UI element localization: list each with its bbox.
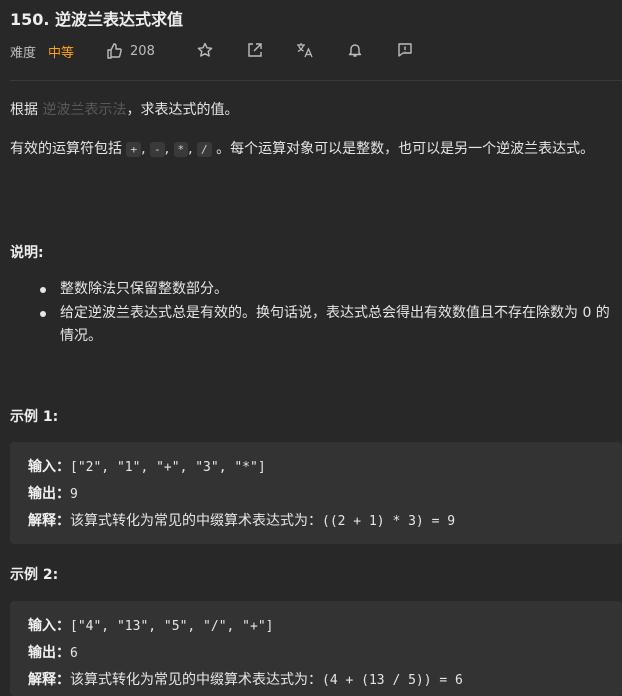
output-value: 9: [70, 487, 78, 502]
output-label: 输出：: [28, 645, 70, 661]
problem-meta: 难度 中等 208: [10, 40, 155, 62]
intro-prefix: 根据: [10, 102, 43, 118]
share-icon: [248, 43, 262, 57]
translate-icon: [297, 43, 313, 58]
example-2-output: 输出：6: [28, 640, 622, 667]
explain-label: 解释：: [28, 672, 70, 688]
operators-paragraph: 有效的运算符包括 +, -, *, / 。每个运算对象可以是整数，也可以是另一个…: [10, 137, 616, 162]
example-1-heading: 示例 1:: [10, 409, 59, 425]
difficulty-badge: 中等: [48, 45, 75, 61]
list-item: 给定逆波兰表达式总是有效的。换句话说，表达式总会得出有效数值且不存在除数为 0 …: [36, 302, 616, 348]
explain-text: 该算式转化为常见的中缀算术表达式为：: [70, 672, 322, 688]
operator-multiply: *: [173, 142, 189, 157]
header-divider: [10, 80, 622, 81]
example-2-input: 输入：["4", "13", "5", "/", "+"]: [28, 613, 622, 640]
output-label: 输出：: [28, 486, 70, 502]
example-2-explanation: 解释：该算式转化为常见的中缀算术表达式为：(4 + (13 / 5)) = 6: [28, 667, 622, 694]
intro-paragraph: 根据 逆波兰表示法，求表达式的值。: [10, 98, 238, 122]
ops-separator: ,: [188, 141, 198, 157]
like-button[interactable]: 208: [106, 43, 155, 59]
like-count: 208: [130, 43, 155, 59]
rpn-link[interactable]: 逆波兰表示法: [42, 102, 126, 118]
notes-list: 整数除法只保留整数部分。 给定逆波兰表达式总是有效的。换句话说，表达式总会得出有…: [36, 278, 616, 349]
ops-prefix: 有效的运算符包括: [10, 141, 127, 157]
ops-suffix: 。每个运算对象可以是整数，也可以是另一个逆波兰表达式。: [211, 141, 595, 157]
explain-label: 解释：: [28, 513, 70, 529]
intro-suffix: ，求表达式的值。: [126, 102, 239, 118]
thumbs-up-icon: [107, 43, 122, 59]
example-1-block: 输入：["2", "1", "+", "3", "*"] 输出：9 解释：该算式…: [10, 442, 622, 544]
translate-button[interactable]: [296, 41, 314, 59]
example-2-heading: 示例 2:: [10, 567, 59, 583]
operator-minus: -: [149, 142, 165, 157]
input-value: ["2", "1", "+", "3", "*"]: [70, 460, 266, 475]
input-label: 输入：: [28, 618, 70, 634]
explain-text: 该算式转化为常见的中缀算术表达式为：: [70, 513, 322, 529]
difficulty-label: 难度: [10, 45, 37, 61]
bell-icon: [348, 44, 362, 57]
ops-separator: ,: [164, 141, 174, 157]
ops-separator: ,: [141, 141, 150, 157]
example-2-block: 输入：["4", "13", "5", "/", "+"] 输出：6 解释：该算…: [10, 601, 622, 696]
operator-divide: /: [197, 142, 212, 157]
explain-expression: (4 + (13 / 5)) = 6: [322, 673, 463, 688]
explain-expression: ((2 + 1) * 3) = 9: [322, 514, 456, 529]
notification-button[interactable]: [346, 41, 364, 59]
example-1-explanation: 解释：该算式转化为常见的中缀算术表达式为：((2 + 1) * 3) = 9: [28, 508, 622, 535]
list-item: 整数除法只保留整数部分。: [36, 278, 616, 301]
feedback-button[interactable]: [396, 41, 414, 59]
star-icon: [197, 42, 213, 57]
input-label: 输入：: [28, 459, 70, 475]
input-value: ["4", "13", "5", "/", "+"]: [70, 619, 274, 634]
output-value: 6: [70, 646, 78, 661]
problem-title: 150. 逆波兰表达式求值: [10, 10, 184, 29]
favorite-button[interactable]: [196, 41, 214, 59]
notes-heading: 说明:: [10, 245, 44, 261]
operator-plus: +: [126, 142, 142, 157]
feedback-icon: [398, 43, 412, 57]
example-1-input: 输入：["2", "1", "+", "3", "*"]: [28, 454, 622, 481]
share-button[interactable]: [246, 41, 264, 59]
example-1-output: 输出：9: [28, 481, 622, 508]
